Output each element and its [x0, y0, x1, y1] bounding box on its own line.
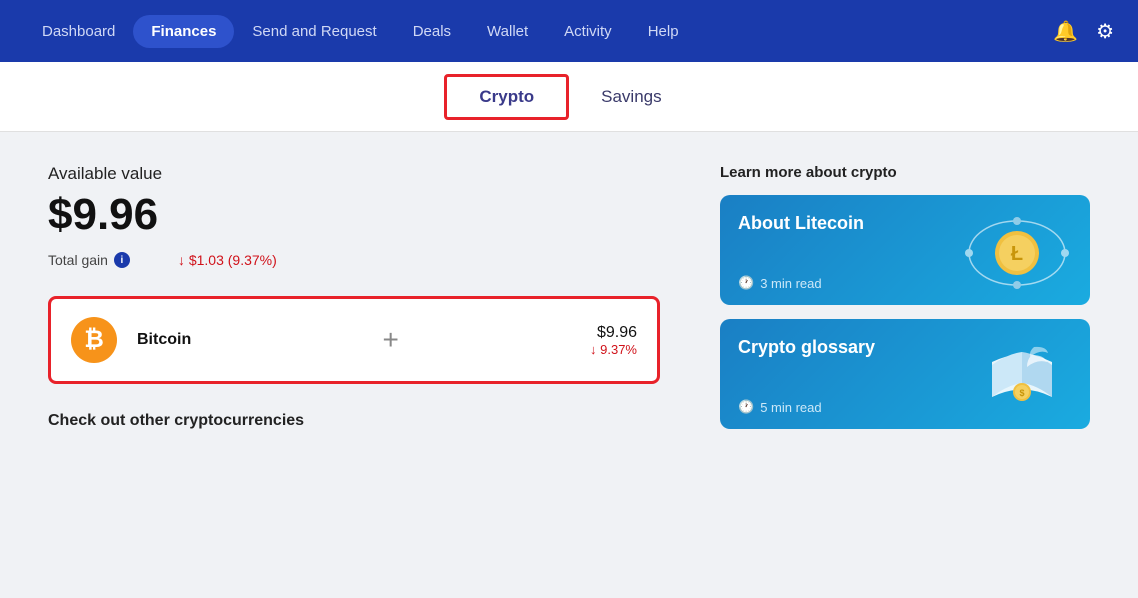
litecoin-illustration: Ł — [962, 213, 1072, 293]
litecoin-text-col: About Litecoin 🕐 3 min read — [738, 213, 864, 291]
litecoin-card-title: About Litecoin — [738, 213, 864, 234]
bitcoin-values: $9.96 ↓ 9.37% — [590, 324, 637, 357]
info-icon[interactable]: i — [114, 252, 130, 268]
right-panel: Learn more about crypto About Litecoin 🕐… — [720, 164, 1090, 598]
glossary-illustration: $ — [972, 337, 1072, 417]
navbar: Dashboard Finances Send and Request Deal… — [0, 0, 1138, 62]
tabs-bar: Crypto Savings — [0, 62, 1138, 132]
clock-icon-2: 🕐 — [738, 399, 754, 415]
available-value: $9.96 — [48, 190, 660, 240]
glossary-read-time: 🕐 5 min read — [738, 399, 875, 415]
svg-text:$: $ — [1019, 388, 1024, 398]
bitcoin-icon: ₿ — [71, 317, 117, 363]
bitcoin-add-button[interactable]: + — [382, 324, 398, 356]
bitcoin-label: Bitcoin — [137, 331, 191, 349]
clock-icon: 🕐 — [738, 275, 754, 291]
total-gain-row: Total gain i ↓ $1.03 (9.37%) — [48, 252, 660, 268]
bitcoin-card[interactable]: ₿ Bitcoin + $9.96 ↓ 9.37% — [48, 296, 660, 384]
glossary-card-title: Crypto glossary — [738, 337, 875, 358]
total-gain-label: Total gain i — [48, 252, 130, 268]
available-label: Available value — [48, 164, 660, 184]
tab-savings[interactable]: Savings — [569, 77, 693, 117]
learn-label: Learn more about crypto — [720, 164, 1090, 181]
bitcoin-usd: $9.96 — [590, 324, 637, 342]
main-content: Available value $9.96 Total gain i ↓ $1.… — [0, 132, 1138, 598]
left-panel: Available value $9.96 Total gain i ↓ $1.… — [48, 164, 660, 598]
nav-deals[interactable]: Deals — [395, 15, 469, 48]
bell-icon[interactable]: 🔔 — [1053, 19, 1078, 44]
about-litecoin-card[interactable]: About Litecoin 🕐 3 min read — [720, 195, 1090, 305]
nav-help[interactable]: Help — [630, 15, 697, 48]
tab-crypto[interactable]: Crypto — [444, 74, 569, 120]
glossary-text-col: Crypto glossary 🕐 5 min read — [738, 337, 875, 415]
nav-dashboard[interactable]: Dashboard — [24, 15, 133, 48]
litecoin-read-time: 🕐 3 min read — [738, 275, 864, 291]
nav-wallet[interactable]: Wallet — [469, 15, 546, 48]
check-other-label: Check out other cryptocurrencies — [48, 412, 660, 430]
svg-text:Ł: Ł — [1011, 243, 1023, 265]
nav-activity[interactable]: Activity — [546, 15, 630, 48]
bitcoin-pct: ↓ 9.37% — [590, 342, 637, 357]
nav-send-request[interactable]: Send and Request — [234, 15, 394, 48]
gain-value: ↓ $1.03 (9.37%) — [178, 252, 277, 268]
crypto-glossary-card[interactable]: Crypto glossary 🕐 5 min read — [720, 319, 1090, 429]
gear-icon[interactable]: ⚙ — [1096, 19, 1114, 44]
nav-finances[interactable]: Finances — [133, 15, 234, 48]
